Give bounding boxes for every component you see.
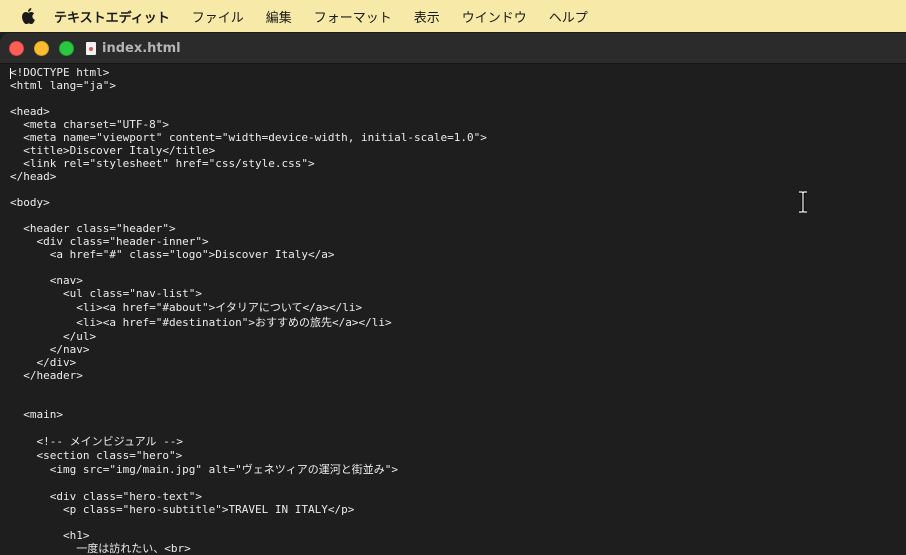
code-line: <header class="header"> — [10, 222, 176, 235]
menu-bar: テキストエディット ファイル 編集 フォーマット 表示 ウインドウ ヘルプ — [0, 0, 906, 32]
ibeam-cursor-icon — [799, 191, 807, 213]
code-line: </ul> — [10, 330, 97, 343]
menu-help[interactable]: ヘルプ — [549, 7, 588, 26]
code-line: <!DOCTYPE html> — [10, 66, 110, 79]
code-line: <nav> — [10, 274, 83, 287]
menu-window[interactable]: ウインドウ — [462, 7, 527, 26]
html-file-icon — [86, 41, 96, 55]
window-titlebar[interactable]: index.html — [0, 33, 906, 64]
window-controls — [9, 40, 84, 56]
code-line: <section class="hero"> — [10, 449, 183, 462]
menu-app-name[interactable]: テキストエディット — [54, 7, 170, 26]
apple-logo-icon[interactable] — [18, 6, 38, 26]
code-line: <meta charset="UTF-8"> — [10, 118, 169, 131]
code-line: <h1> — [10, 529, 90, 542]
code-line: <body> — [10, 196, 50, 209]
code-line: <!-- メインビジュアル --> — [10, 435, 183, 448]
menu-format[interactable]: フォーマット — [314, 7, 392, 26]
code-line: </nav> — [10, 343, 90, 356]
menu-file[interactable]: ファイル — [192, 7, 244, 26]
code-line: <a href="#" class="logo">Discover Italy<… — [10, 248, 335, 261]
document-title[interactable]: index.html — [86, 41, 181, 56]
editor-window: index.html <!DOCTYPE html> <html lang="j… — [0, 33, 906, 555]
code-line: </div> — [10, 356, 77, 369]
code-line: </head> — [10, 170, 57, 183]
code-line: <p class="hero-subtitle">TRAVEL IN ITALY… — [10, 503, 355, 516]
code-line: <html lang="ja"> — [10, 79, 116, 92]
zoom-button[interactable] — [59, 40, 74, 56]
code-line: <img src="img/main.jpg" alt="ヴェネツィアの運河と街… — [10, 463, 399, 476]
text-editor-area[interactable]: <!DOCTYPE html> <html lang="ja"> <head> … — [0, 64, 906, 555]
menu-view[interactable]: 表示 — [414, 7, 440, 26]
code-line: </header> — [10, 369, 83, 382]
minimize-button[interactable] — [34, 40, 49, 56]
code-line: <li><a href="#destination">おすすめの旅先</a></… — [10, 316, 392, 329]
code-line: <div class="header-inner"> — [10, 235, 209, 248]
code-line: <head> — [10, 105, 50, 118]
code-line: <main> — [10, 408, 63, 421]
code-line: <ul class="nav-list"> — [10, 287, 203, 300]
code-line: <div class="hero-text"> — [10, 490, 203, 503]
text-caret — [10, 68, 11, 79]
code-line: <li><a href="#about">イタリアについて</a></li> — [10, 301, 363, 314]
close-button[interactable] — [9, 40, 24, 56]
menu-edit[interactable]: 編集 — [266, 7, 292, 26]
code-line: <link rel="stylesheet" href="css/style.c… — [10, 157, 315, 170]
code-line: <title>Discover Italy</title> — [10, 144, 216, 157]
code-line: <meta name="viewport" content="width=dev… — [10, 131, 487, 144]
document-title-text: index.html — [102, 40, 181, 56]
code-line: 一度は訪れたい、<br> — [10, 542, 191, 555]
